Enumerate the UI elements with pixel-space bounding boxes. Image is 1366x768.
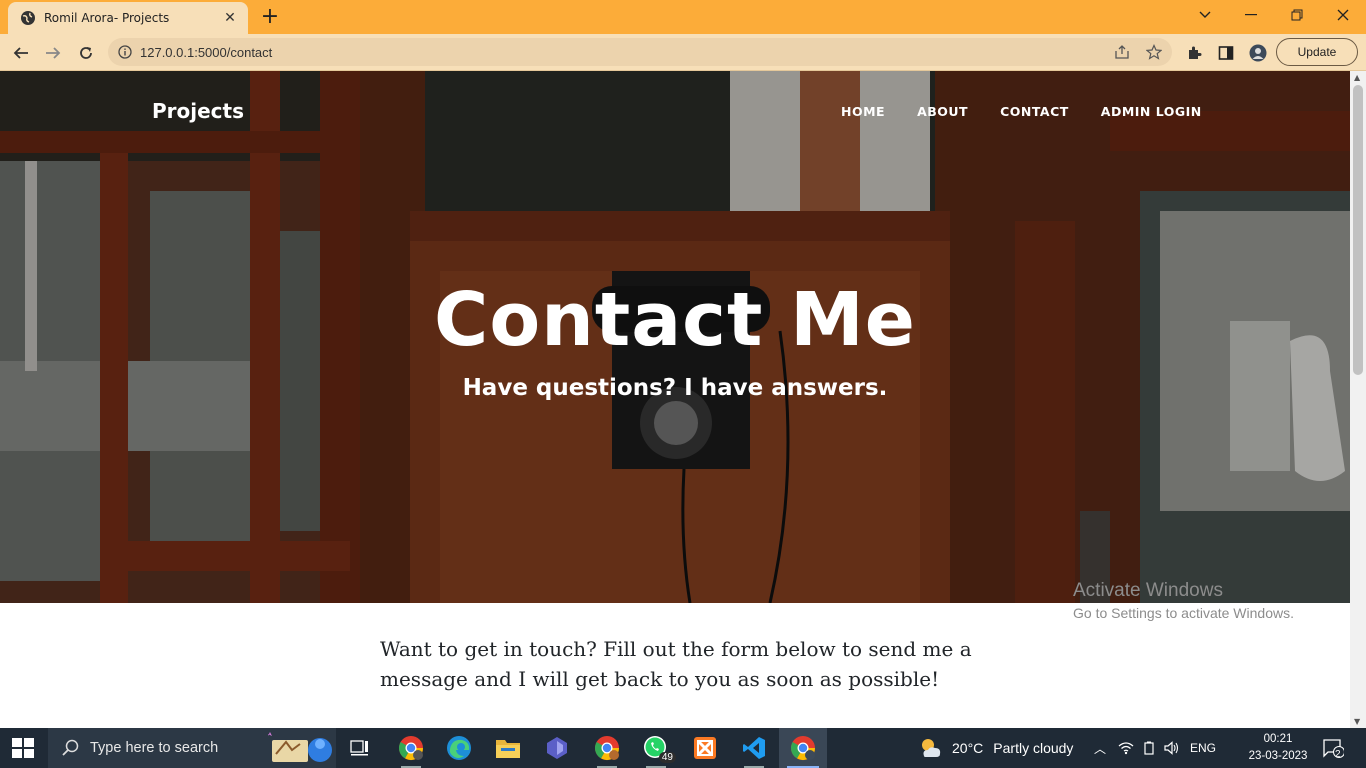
watermark-title: Activate Windows (1073, 580, 1223, 601)
browser-toolbar: 127.0.0.1:5000/contact Update (0, 34, 1366, 71)
forward-arrow-icon (46, 47, 61, 59)
share-icon[interactable] (1111, 41, 1133, 63)
close-window-button[interactable] (1320, 0, 1366, 30)
taskbar-search-box[interactable]: Type here to search (48, 728, 336, 768)
back-arrow-icon (13, 47, 28, 59)
web-page: Projects HOME ABOUT CONTACT ADMIN LOGIN … (0, 71, 1350, 728)
nav-admin-login-link[interactable]: ADMIN LOGIN (1101, 104, 1202, 119)
task-view-icon[interactable] (336, 728, 384, 768)
edge-icon[interactable] (435, 728, 483, 768)
notification-count: 2 (1335, 749, 1341, 760)
restore-button[interactable] (1274, 0, 1320, 30)
reload-icon (80, 47, 92, 59)
network-icon[interactable] (1118, 741, 1134, 755)
extensions-icon[interactable] (1183, 42, 1205, 64)
browser-tab[interactable]: Romil Arora- Projects ✕ (8, 2, 248, 34)
tab-strip: Romil Arora- Projects ✕ + (0, 0, 1366, 34)
info-icon[interactable] (118, 45, 132, 59)
profile-avatar-icon[interactable] (1247, 42, 1269, 64)
chrome-profile-2-icon[interactable] (583, 728, 631, 768)
whatsapp-unread-badge: 49 (658, 752, 676, 763)
page-scrollbar[interactable]: ▲ ▼ (1350, 71, 1366, 728)
intro-paragraph: Want to get in touch? Fill out the form … (380, 637, 972, 691)
page-title: Contact Me (434, 277, 916, 363)
close-tab-icon[interactable]: ✕ (222, 10, 238, 26)
url-text: 127.0.0.1:5000/contact (140, 44, 273, 60)
scrollbar-thumb[interactable] (1353, 85, 1363, 375)
nav-about-link[interactable]: ABOUT (917, 104, 968, 119)
show-hidden-icons-icon[interactable]: ︿ (1090, 740, 1110, 757)
chrome-active-icon[interactable] (779, 728, 827, 768)
scroll-down-icon[interactable]: ▼ (1354, 717, 1360, 726)
scroll-up-icon[interactable]: ▲ (1354, 73, 1360, 82)
nav-home-link[interactable]: HOME (841, 104, 885, 119)
xampp-icon[interactable] (681, 728, 729, 768)
bookmark-star-icon[interactable] (1143, 41, 1165, 63)
site-brand-link[interactable]: Projects (152, 99, 244, 123)
weather-description: Partly cloudy (993, 740, 1074, 756)
weather-temperature: 20°C (952, 740, 984, 756)
search-icon (62, 739, 79, 756)
partly-cloudy-icon (922, 739, 941, 757)
teams-chat-icon[interactable] (533, 728, 581, 768)
main-nav: HOME ABOUT CONTACT ADMIN LOGIN (809, 104, 1202, 119)
update-button[interactable]: Update (1276, 38, 1358, 66)
activate-windows-watermark: Activate Windows Go to Settings to activ… (1073, 580, 1294, 621)
search-highlight-illustration-icon (268, 732, 332, 762)
search-placeholder: Type here to search (90, 740, 219, 756)
language-indicator[interactable]: ENG (1190, 741, 1216, 755)
whatsapp-icon[interactable]: 49 (632, 728, 680, 768)
nav-contact-link[interactable]: CONTACT (1000, 104, 1069, 119)
tab-search-icon[interactable] (1182, 0, 1228, 30)
chrome-profile-1-icon[interactable] (387, 728, 435, 768)
side-panel-icon[interactable] (1215, 42, 1237, 64)
taskbar-clock[interactable]: 00:21 23-03-2023 (1248, 731, 1308, 765)
page-subtitle: Have questions? I have answers. (462, 375, 888, 401)
windows-start-icon[interactable] (12, 738, 34, 758)
windows-taskbar: Type here to search 49 20°C Partly cloud… (0, 728, 1366, 768)
volume-icon[interactable] (1164, 741, 1180, 755)
minimize-button[interactable] (1228, 0, 1274, 30)
clock-time: 00:21 (1263, 733, 1293, 745)
battery-icon[interactable] (1142, 741, 1156, 755)
system-tray: ︿ ENG (1090, 728, 1216, 768)
notification-center-icon[interactable]: 2 (1322, 728, 1344, 768)
address-bar[interactable]: 127.0.0.1:5000/contact (108, 38, 1172, 66)
file-explorer-icon[interactable] (484, 728, 532, 768)
new-tab-button[interactable]: + (258, 5, 282, 29)
weather-widget[interactable]: 20°C Partly cloudy (918, 728, 1073, 768)
tab-title: Romil Arora- Projects (44, 11, 170, 25)
reload-button[interactable] (73, 40, 99, 66)
globe-icon (21, 11, 35, 25)
vscode-icon[interactable] (730, 728, 778, 768)
hero-header: Projects HOME ABOUT CONTACT ADMIN LOGIN … (0, 71, 1350, 603)
forward-button[interactable] (40, 40, 66, 66)
back-button[interactable] (8, 40, 34, 66)
watermark-subtitle: Go to Settings to activate Windows. (1073, 605, 1294, 621)
clock-date: 23-03-2023 (1248, 750, 1308, 762)
